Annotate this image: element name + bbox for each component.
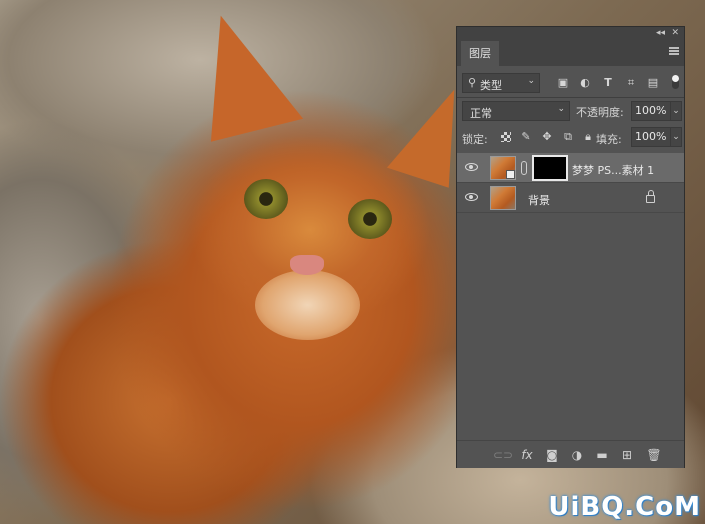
lock-position-icon[interactable]: ✥ [540, 130, 554, 144]
blend-row: 正常 ⌄ 不透明度: 100% ⌄ [457, 101, 684, 123]
shape-filter-icon[interactable]: ⌗ [624, 76, 638, 90]
visibility-eye-icon[interactable] [465, 163, 478, 171]
blend-mode-select[interactable]: 正常 ⌄ [462, 101, 570, 121]
smart-object-icon [506, 170, 515, 179]
new-layer-icon[interactable]: ⊞ [619, 447, 635, 463]
layer-row[interactable]: 梦梦 PS...素材 1 [457, 153, 684, 183]
filter-kind-select[interactable]: ⚲ 类型 ⌄ [462, 73, 540, 93]
opacity-dropdown[interactable]: ⌄ [670, 101, 682, 121]
close-panel-icon[interactable]: ✕ [671, 27, 679, 39]
filter-toggle[interactable] [672, 75, 679, 89]
opacity-input[interactable]: 100% [631, 101, 671, 121]
fill-input[interactable]: 100% [631, 127, 671, 147]
layer-thumbnail[interactable] [490, 186, 516, 210]
filter-kind-label: 类型 [480, 79, 502, 92]
panel-footer: ⊂⊃ fx ◙ ◑ ▬ ⊞ 🗑︎ [457, 440, 684, 468]
smart-object-filter-icon[interactable]: ▤ [646, 76, 660, 90]
divider [457, 97, 684, 98]
layer-name: 背景 [528, 194, 550, 207]
cat-left-eye [244, 179, 288, 219]
lock-all-icon[interactable]: 🔒︎ [581, 130, 595, 144]
cat-nose [290, 255, 324, 275]
type-filter-icon[interactable]: T [601, 76, 615, 90]
watermark-logo: UiBQ.CoM [548, 492, 701, 522]
image-filter-icon[interactable]: ▣ [556, 76, 570, 90]
new-group-icon[interactable]: ▬ [594, 447, 610, 463]
chevron-down-icon: ⌄ [527, 76, 535, 86]
layers-list: 梦梦 PS...素材 1 背景 [457, 153, 684, 439]
tab-layers[interactable]: 图层 [461, 41, 499, 66]
lock-transparent-pixels-icon[interactable] [501, 132, 511, 142]
adjustment-filter-icon[interactable]: ◐ [578, 76, 592, 90]
layer-thumbnail[interactable] [490, 156, 516, 180]
panel-titlebar: ◂◂ ✕ [457, 27, 684, 39]
lock-icon [646, 190, 655, 203]
panel-menu-icon[interactable] [669, 47, 679, 55]
fx-icon[interactable]: fx [519, 447, 535, 463]
layer-mask-thumbnail[interactable] [532, 155, 568, 181]
opacity-label: 不透明度: [576, 106, 624, 119]
layer-filter-row: ⚲ 类型 ⌄ ▣ ◐ T ⌗ ▤ [457, 73, 684, 95]
cat-muzzle [255, 270, 360, 340]
fill-dropdown[interactable]: ⌄ [670, 127, 682, 147]
layers-panel: ◂◂ ✕ 图层 ⚲ 类型 ⌄ ▣ ◐ T ⌗ ▤ 正常 ⌄ 不透明度: 100%… [456, 26, 685, 468]
fill-label: 填充: [596, 133, 622, 146]
blend-mode-label: 正常 [470, 107, 492, 120]
search-icon: ⚲ [468, 76, 477, 89]
adjustment-layer-icon[interactable]: ◑ [569, 447, 585, 463]
visibility-eye-icon[interactable] [465, 193, 478, 201]
chevron-down-icon: ⌄ [557, 104, 565, 114]
lock-artboard-icon[interactable]: ⧉ [561, 130, 575, 144]
cat-right-eye [348, 199, 392, 239]
collapse-panel-icon[interactable]: ◂◂ [656, 27, 665, 39]
lock-label: 锁定: [462, 133, 488, 146]
lock-row: 锁定: ✎ ✥ ⧉ 🔒︎ 填充: 100% ⌄ [457, 127, 684, 149]
mask-link-icon[interactable] [521, 161, 527, 175]
link-layers-icon[interactable]: ⊂⊃ [493, 447, 513, 463]
panel-tab-row: 图层 [457, 39, 684, 66]
layer-name: 梦梦 PS...素材 1 [572, 164, 655, 177]
cat-left-ear [181, 2, 304, 142]
add-mask-icon[interactable]: ◙ [544, 447, 560, 463]
lock-image-pixels-icon[interactable]: ✎ [519, 130, 533, 144]
layer-row[interactable]: 背景 [457, 183, 684, 213]
delete-layer-icon[interactable]: 🗑︎ [646, 447, 662, 463]
